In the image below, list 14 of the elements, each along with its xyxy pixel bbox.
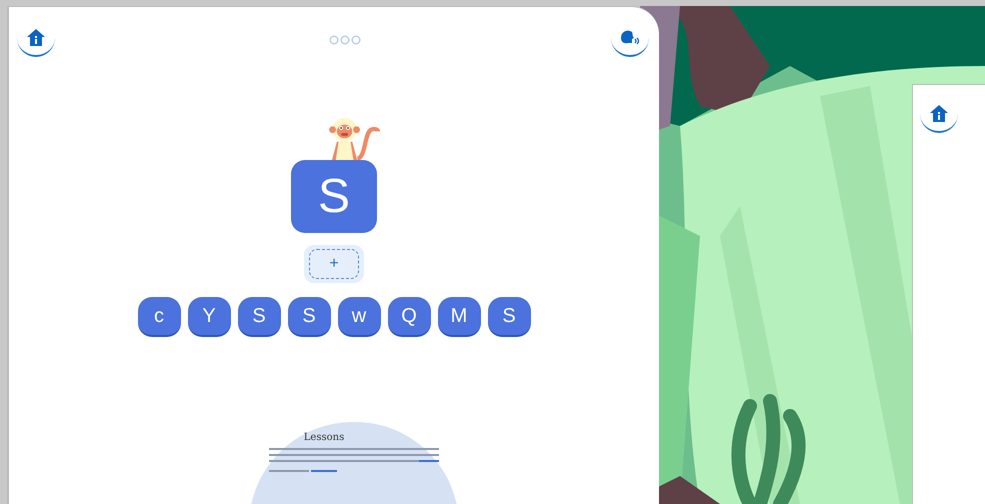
target-letter-card: S <box>291 160 377 234</box>
loading-dots-icon <box>329 35 361 45</box>
home-icon <box>26 28 46 48</box>
letter-tile[interactable]: S <box>488 297 530 338</box>
letter-tile[interactable]: Q <box>388 297 430 338</box>
letter-tile[interactable]: M <box>438 297 480 338</box>
letter-tile[interactable]: Y <box>188 297 230 338</box>
answer-slot[interactable]: + <box>309 249 359 280</box>
letter-tile[interactable]: S <box>238 297 280 338</box>
letter-tile[interactable]: w <box>338 297 380 338</box>
preview-heading: Lessons <box>304 431 344 446</box>
letter-tile[interactable]: c <box>138 297 180 338</box>
letter-tile[interactable]: S <box>288 297 330 338</box>
home-icon <box>929 104 949 124</box>
